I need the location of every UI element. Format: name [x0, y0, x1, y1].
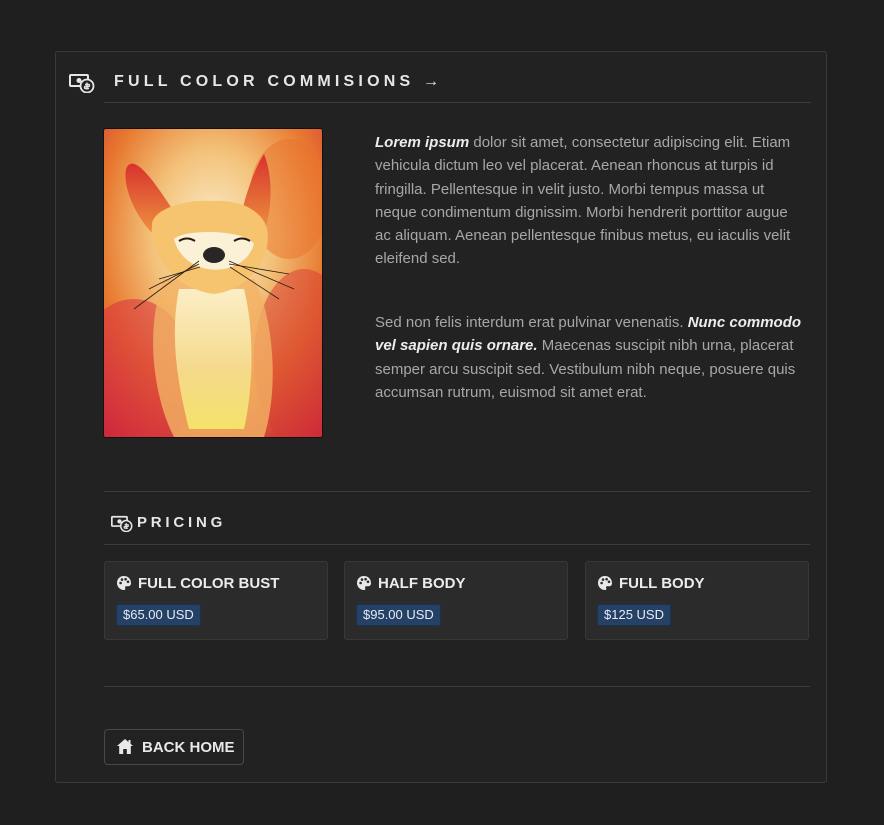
back-home-label: BACK HOME [142, 739, 235, 756]
pricing-label: PRICING [137, 514, 227, 531]
money-icon [111, 515, 133, 532]
palette-icon [598, 576, 612, 590]
footer-divider [104, 686, 810, 687]
price-badge: $125 USD [597, 604, 671, 626]
page-title: FULL COLOR COMMISIONS → [114, 73, 444, 90]
home-icon [117, 739, 133, 754]
price-card-bust[interactable]: FULL COLOR BUST $65.00 USD [104, 561, 328, 640]
commission-card: FULL COLOR COMMISIONS → Lorem ipsum dolo… [55, 51, 827, 783]
pricing-divider-top [104, 491, 810, 492]
palette-icon [357, 576, 371, 590]
price-badge: $65.00 USD [116, 604, 201, 626]
artwork-image [104, 129, 322, 437]
price-card-half-body[interactable]: HALF BODY $95.00 USD [344, 561, 568, 640]
palette-icon [117, 576, 131, 590]
description-text-1: dolor sit amet, consectetur adipiscing e… [375, 134, 791, 268]
price-badge: $95.00 USD [356, 604, 441, 626]
description-paragraph-1: Lorem ipsum dolor sit amet, consectetur … [375, 131, 807, 271]
pricing-divider-bottom [104, 544, 810, 545]
description-text-2a: Sed non felis interdum erat pulvinar ven… [375, 314, 688, 331]
money-icon [69, 74, 95, 93]
price-card-full-body[interactable]: FULL BODY $125 USD [585, 561, 809, 640]
price-item-name: FULL COLOR BUST [138, 575, 280, 592]
description-bold-1: Lorem ipsum [375, 134, 470, 151]
header-divider [104, 102, 811, 103]
back-home-button[interactable]: BACK HOME [104, 729, 244, 765]
card-header: FULL COLOR COMMISIONS → [56, 52, 826, 104]
description-paragraph-2: Sed non felis interdum erat pulvinar ven… [375, 311, 807, 404]
price-item-name: FULL BODY [619, 575, 705, 592]
price-item-name: HALF BODY [378, 575, 466, 592]
